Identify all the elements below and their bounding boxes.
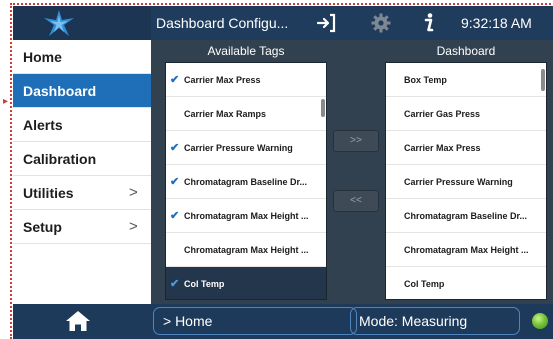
mode-status: Mode: Measuring (350, 307, 520, 335)
dashboard-tag-item[interactable]: Carrier Gas Press (386, 97, 546, 131)
device-screen: Dashboard Configu... 9:32:18 AM Home Das… (13, 6, 553, 339)
available-tags-title: Available Tags (207, 44, 285, 58)
exit-icon[interactable] (315, 12, 337, 34)
dashboard-tag-item[interactable]: Carrier Max Press (386, 131, 546, 165)
sidebar-nav: Home Dashboard Alerts Calibration Utilit… (13, 40, 151, 304)
sidebar-item-alerts[interactable]: Alerts (13, 108, 151, 142)
dashboard-list-title: Dashboard (436, 44, 496, 58)
dashboard-tag-item[interactable]: Col Temp (386, 267, 546, 299)
dashboard-list[interactable]: Box Temp Carrier Gas Press Carrier Max P… (385, 62, 547, 300)
available-tag-item[interactable]: Carrier Max Ramps (166, 97, 326, 131)
check-icon: ✔ (170, 176, 180, 188)
frame-marker-icon: ▸ (3, 96, 9, 107)
remove-from-dashboard-button[interactable]: << (333, 190, 379, 212)
sidebar-item-setup[interactable]: Setup > (13, 210, 151, 244)
chevron-right-icon: > (129, 218, 138, 235)
available-tag-item[interactable]: ✔ Chromatagram Baseline Dr... (166, 165, 326, 199)
dashboard-tag-item[interactable]: Carrier Pressure Warning (386, 165, 546, 199)
check-icon: ✔ (170, 142, 180, 154)
dashboard-tag-item[interactable]: Chromatagram Baseline Dr... (386, 199, 546, 233)
page-title: Dashboard Configu... (156, 15, 289, 31)
sidebar-item-label: Home (23, 49, 62, 65)
logo-star-icon (44, 10, 74, 36)
sidebar-item-label: Setup (23, 219, 62, 235)
sidebar-item-label: Alerts (23, 117, 63, 133)
dashboard-tag-item[interactable]: Box Temp (386, 63, 546, 97)
check-icon: ✔ (170, 278, 180, 290)
check-icon: ✔ (170, 210, 180, 222)
available-tag-item[interactable]: ✔ Carrier Pressure Warning (166, 131, 326, 165)
screenshot-frame-left (10, 3, 12, 339)
add-to-dashboard-button[interactable]: >> (333, 130, 379, 152)
sidebar-item-utilities[interactable]: Utilities > (13, 176, 151, 210)
status-indicator-icon (532, 313, 548, 329)
available-tag-item[interactable]: ✔ Carrier Max Press (166, 63, 326, 97)
footer-bar: > Home Mode: Measuring (13, 304, 553, 339)
dashboard-tag-item[interactable]: Chromatagram Max Height ... (386, 233, 546, 267)
sidebar-item-dashboard[interactable]: Dashboard (13, 74, 151, 108)
logo-area (13, 6, 151, 40)
available-tag-item-selected[interactable]: ✔ Col Temp (166, 267, 326, 299)
sidebar-item-label: Dashboard (23, 83, 97, 99)
available-tag-item[interactable]: ✔ Chromatagram Max Height ... (166, 199, 326, 233)
screenshot-frame-top (10, 3, 551, 5)
header-bar: Dashboard Configu... 9:32:18 AM (13, 6, 553, 40)
available-tags-list[interactable]: ✔ Carrier Max Press Carrier Max Ramps ✔ … (165, 62, 327, 300)
chevron-right-icon: > (129, 184, 138, 201)
dashboard-list-scrollbar[interactable] (541, 69, 545, 91)
home-button[interactable] (13, 304, 151, 339)
sidebar-item-home[interactable]: Home (13, 40, 151, 74)
available-tag-item[interactable]: Chromatagram Max Height ... (166, 233, 326, 267)
home-icon (66, 311, 90, 331)
sidebar-item-label: Calibration (23, 151, 97, 167)
available-tags-scrollbar[interactable] (321, 99, 325, 117)
clock-time: 9:32:18 AM (461, 15, 532, 31)
sidebar-item-calibration[interactable]: Calibration (13, 142, 151, 176)
breadcrumb[interactable]: > Home (153, 307, 357, 335)
gear-icon[interactable] (370, 12, 392, 34)
info-icon[interactable] (420, 12, 438, 34)
sidebar-item-label: Utilities (23, 185, 74, 201)
check-icon: ✔ (170, 74, 180, 86)
